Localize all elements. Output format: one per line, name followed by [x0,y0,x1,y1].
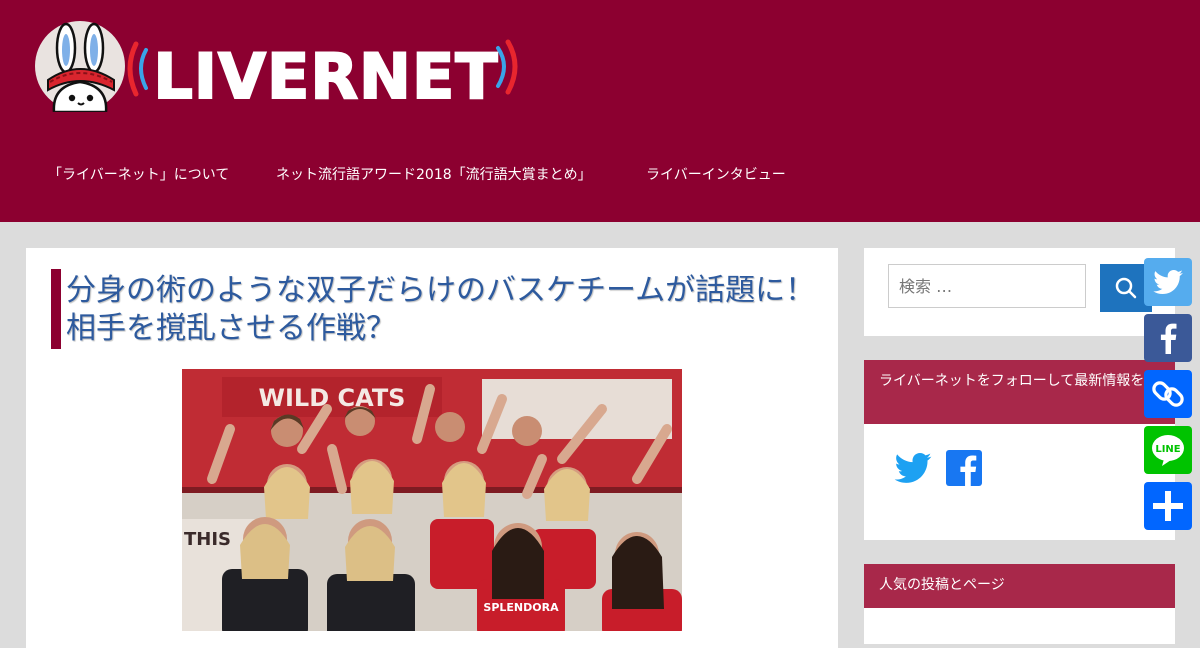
share-twitter-button[interactable] [1144,258,1192,306]
team-photo-illustration: WILD CATS THIS SPLENDORA [182,369,682,631]
popular-heading: 人気の投稿とページ [864,564,1175,608]
facebook-follow-icon[interactable] [946,450,982,486]
livernet-wordmark[interactable]: LIVERNET [122,26,532,112]
logo-text: LIVERNET [153,40,498,112]
site-header: LIVERNET 「ライバーネット」について ネット流行語アワード2018「流行… [0,0,1200,222]
share-copy-link-button[interactable] [1144,370,1192,418]
share-line-button[interactable]: LINE [1144,426,1192,474]
twitter-follow-icon[interactable] [892,448,934,488]
svg-text:LINE: LINE [1155,444,1180,455]
wall-text: THIS [184,529,231,550]
title-accent-bar [51,269,61,349]
article-card: 分身の術のような双子だらけのバスケチームが話題に！ 相手を撹乱させる作戦？ WI… [26,248,846,648]
facebook-icon [1144,314,1192,362]
follow-heading: ライバーネットをフォローして最新情報を [864,360,1175,424]
article-title: 分身の術のような双子だらけのバスケチームが話題に！ 相手を撹乱させる作戦？ [66,273,846,346]
nav-item-about[interactable]: 「ライバーネット」について [48,164,229,184]
share-more-button[interactable] [1144,482,1192,530]
rabbit-mascot-logo[interactable] [34,20,126,112]
jersey-text: SPLENDORA [483,601,559,614]
search-input[interactable] [888,264,1086,308]
link-icon [1144,370,1192,418]
nav-item-award-2018[interactable]: ネット流行語アワード2018「流行語大賞まとめ」 [276,164,592,184]
line-icon: LINE [1144,426,1192,474]
nav-item-interview[interactable]: ライバーインタビュー [646,164,786,184]
search-widget [864,248,1175,336]
share-facebook-button[interactable] [1144,314,1192,362]
follow-widget: ライバーネットをフォローして最新情報を [864,360,1175,540]
twitter-icon [1144,258,1192,306]
popular-posts-widget: 人気の投稿とページ [864,564,1175,644]
plus-icon [1144,482,1192,530]
article-image[interactable]: WILD CATS THIS SPLENDORA [182,369,682,631]
banner-text: WILD CATS [259,384,406,412]
